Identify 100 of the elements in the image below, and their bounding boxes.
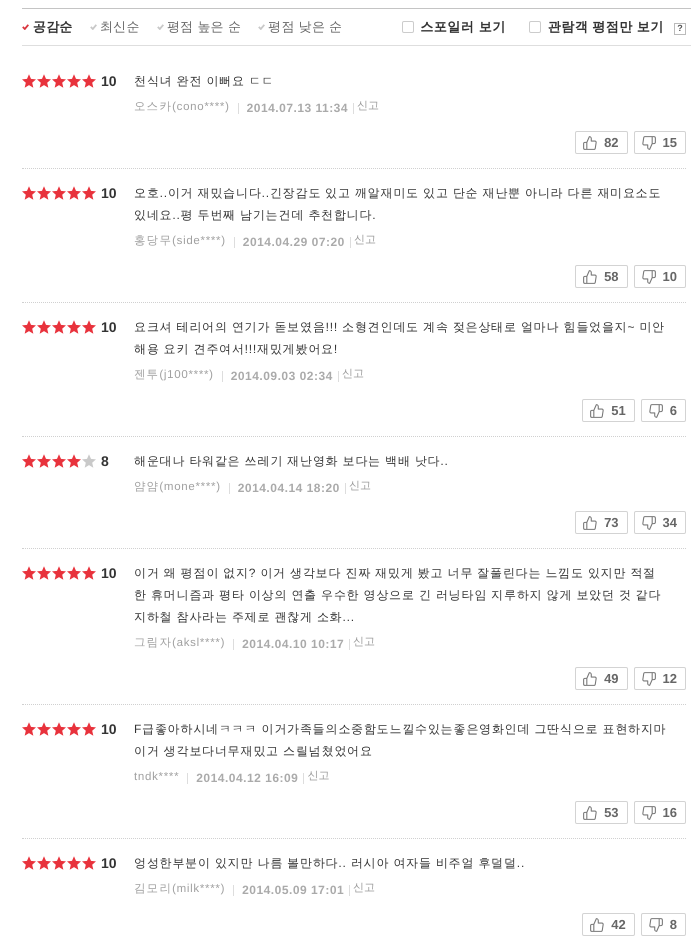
- star-icon: [22, 454, 36, 468]
- star-icon: [22, 74, 36, 88]
- star-icon: [37, 454, 51, 468]
- star-icon: [67, 566, 81, 580]
- sort-tab[interactable]: 평점 낮은 순: [258, 17, 342, 37]
- star-icon: [82, 722, 96, 736]
- star-icon: [67, 722, 81, 736]
- star-icon: [37, 566, 51, 580]
- thumbs-up-icon: [583, 136, 598, 150]
- check-icon: [156, 24, 164, 30]
- dislike-button[interactable]: 10: [634, 265, 686, 288]
- star-icon: [82, 186, 96, 200]
- dislike-button[interactable]: 16: [634, 801, 686, 824]
- star-icon: [82, 454, 96, 468]
- reviewer-name: 얌얌(mone****): [134, 480, 221, 496]
- star-icon: [22, 856, 36, 870]
- rating-score: 10: [101, 856, 117, 870]
- sort-tab[interactable]: 평점 높은 순: [156, 17, 242, 37]
- star-icon: [82, 320, 96, 334]
- rating-score: 10: [101, 722, 117, 736]
- rating-score: 10: [101, 74, 117, 88]
- review-date: 2014.04.29 07:20: [242, 234, 345, 251]
- thumbs-down-icon: [642, 136, 656, 150]
- star-icon: [37, 856, 51, 870]
- thumbs-up-icon: [583, 806, 598, 820]
- star-icon: [67, 856, 81, 870]
- review-date: 2014.07.13 11:34: [246, 100, 348, 117]
- star-icon: [22, 566, 36, 580]
- review-text: 엉성한부분이 있지만 나름 볼만하다.. 러시아 여자들 비주얼 후덜덜..: [134, 855, 526, 872]
- star-icon: [52, 856, 66, 870]
- star-icon: [22, 722, 36, 736]
- review-text: 이거 왜 평점이 없지? 이거 생각보다 진짜 재밌게 봤고 너무 잘풀린다는 느낌도 있지만 적절한 휴머니즘과 평타 이상의 연출 우수한 영상으로 긴 러닝타임 지루하지 않게 보았던 것 같다 지하철 참사라는 주제로 괜찮게 소화...: [134, 565, 662, 626]
- thumbs-up-icon: [583, 516, 598, 530]
- thumbs-down-icon: [642, 806, 656, 820]
- review-text: 요크셔 테리어의 연기가 돋보였음!!! 소형견인데도 계속 젖은상태로 얼마나 힘들었을지~ 미안해용 요키 견주여서!!!재밌게봤어요!: [134, 319, 666, 358]
- like-button[interactable]: 58: [575, 265, 628, 288]
- review-text: 천식녀 완전 이뻐요 ㄷㄷ: [134, 73, 276, 90]
- thumbs-up-icon: [590, 404, 604, 418]
- thumbs-up-icon: [590, 918, 604, 932]
- like-button[interactable]: 42: [582, 913, 635, 936]
- reviewer-name: 김모리(milk****): [134, 882, 226, 898]
- star-icon: [67, 454, 81, 468]
- check-icon: [258, 24, 266, 30]
- star-icon: [52, 722, 66, 736]
- review-date: 2014.04.10 10:17: [242, 636, 344, 653]
- star-icon: [37, 74, 51, 88]
- dislike-button[interactable]: 6: [640, 399, 686, 422]
- star-icon: [67, 74, 81, 88]
- check-icon: [90, 24, 97, 30]
- star-icon: [52, 566, 66, 580]
- rating-score: 10: [101, 320, 117, 334]
- star-icon: [52, 320, 66, 334]
- rating-score: 10: [101, 566, 117, 580]
- star-icon: [82, 566, 96, 580]
- star-icon: [37, 722, 51, 736]
- checkbox[interactable]: [402, 21, 414, 33]
- sort-tab[interactable]: 공감순: [22, 17, 73, 37]
- star-icon: [52, 186, 66, 200]
- reviewer-name: 그림자(aksl****): [134, 636, 226, 652]
- review-text: F급좋아하시네ㅋㅋㅋ 이거가족들의소중함도느낄수있는좋은영화인데 그딴식으로 표현하지마 이거 생각보다너무재밌고 스릴넘쳤었어요: [134, 721, 668, 760]
- review-date: 2014.04.14 18:20: [238, 480, 340, 497]
- like-button[interactable]: 53: [575, 801, 628, 824]
- like-button[interactable]: 51: [582, 399, 635, 422]
- review-text: 오호..이거 재밌습니다..긴장감도 있고 깨알재미도 있고 단순 재난뿐 아니라 다른 재미요소도 있네요..평 두번째 남기는건데 추천합니다.: [134, 185, 662, 224]
- dislike-button[interactable]: 12: [634, 667, 686, 690]
- rating-score: 8: [101, 454, 109, 468]
- review-date: 2014.04.12 16:09: [196, 770, 298, 787]
- filter-option[interactable]: 관람객 평점만 보기: [528, 17, 664, 37]
- reviewer-name: 홍당무(side****): [134, 234, 226, 250]
- sort-tab[interactable]: 최신순: [90, 17, 140, 37]
- thumbs-down-icon: [642, 672, 656, 686]
- filter-option[interactable]: 스포일러 보기: [402, 17, 506, 37]
- star-icon: [22, 186, 36, 200]
- reviewer-name: 젠투(j100****): [134, 368, 214, 384]
- thumbs-down-icon: [648, 918, 663, 932]
- thumbs-up-icon: [583, 672, 598, 686]
- star-icon: [37, 320, 51, 334]
- star-icon: [22, 320, 36, 334]
- like-button[interactable]: 49: [575, 667, 628, 690]
- help-button[interactable]: ?: [674, 22, 686, 34]
- dislike-button[interactable]: 15: [634, 131, 686, 154]
- checkbox[interactable]: [528, 21, 541, 33]
- check-icon: [22, 24, 29, 30]
- rating-score: 10: [101, 186, 117, 200]
- review-date: 2014.09.03 02:34: [230, 368, 333, 385]
- review-text: 해운대나 타워같은 쓰레기 재난영화 보다는 백배 낫다..: [134, 453, 450, 470]
- star-icon: [67, 186, 81, 200]
- like-button[interactable]: 82: [575, 131, 628, 154]
- star-icon: [82, 74, 96, 88]
- like-button[interactable]: 73: [575, 511, 628, 534]
- thumbs-down-icon: [642, 270, 656, 284]
- reviewer-name: tndk****: [134, 770, 180, 786]
- thumbs-down-icon: [648, 404, 663, 418]
- star-icon: [52, 454, 66, 468]
- dislike-button[interactable]: 8: [640, 913, 686, 936]
- thumbs-up-icon: [583, 270, 598, 284]
- dislike-button[interactable]: 34: [634, 511, 686, 534]
- thumbs-down-icon: [642, 516, 656, 530]
- star-icon: [67, 320, 81, 334]
- star-icon: [52, 74, 66, 88]
